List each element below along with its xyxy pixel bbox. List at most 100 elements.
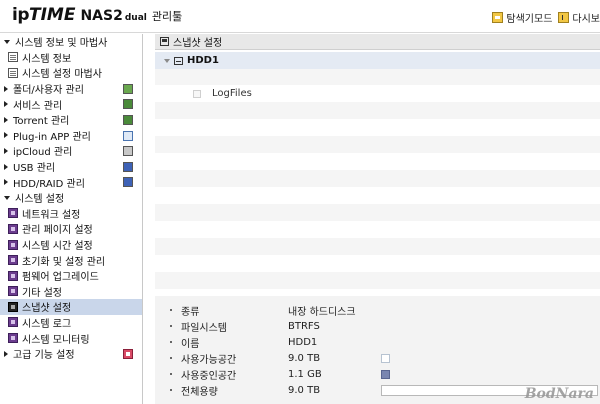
info-row-type: 종류 내장 하드디스크 xyxy=(155,302,600,319)
folder-user-icon xyxy=(123,83,133,94)
sidebar-item-label: 서비스 관리 xyxy=(13,100,63,112)
bullet-icon xyxy=(170,373,172,375)
sidebar-item-system-monitoring[interactable]: 시스템 모니터링 xyxy=(0,330,142,346)
clock-icon xyxy=(8,239,18,250)
collapsed-arrow-icon xyxy=(4,85,8,92)
explorer-mode-icon xyxy=(492,12,504,23)
info-value: HDD1 xyxy=(288,337,318,348)
bullet-icon xyxy=(170,341,172,343)
sidebar-item-label: 고급 기능 설정 xyxy=(13,350,75,362)
sidebar-item-label: ipCloud 관리 xyxy=(13,147,73,159)
explorer-mode-label: 탐색기모드 xyxy=(506,14,553,25)
sidebar-item-system-log[interactable]: 시스템 로그 xyxy=(0,315,142,331)
sidebar-group-service[interactable]: 서비스 관리 xyxy=(0,96,142,112)
sidebar-group-advanced[interactable]: 고급 기능 설정 xyxy=(0,346,142,362)
main-panel: 스냅샷 설정 HDD1 LogFiles 종류 내장 하드디스크 파일시스템 B… xyxy=(155,34,600,404)
network-icon xyxy=(8,208,18,219)
bullet-icon xyxy=(170,325,172,327)
used-legend-swatch xyxy=(381,370,390,379)
sidebar-group-hdd-raid[interactable]: HDD/RAID 관리 xyxy=(0,174,142,190)
sidebar-group-folder-user[interactable]: 폴더/사용자 관리 xyxy=(0,81,142,97)
sidebar-group-torrent[interactable]: Torrent 관리 xyxy=(0,112,142,128)
document-icon xyxy=(8,52,18,63)
sidebar-item-label: 관리 페이지 설정 xyxy=(22,225,93,237)
sidebar-item-snapshot[interactable]: 스냅샷 설정 xyxy=(0,299,142,315)
tree-node-label: HDD1 xyxy=(187,55,219,66)
bullet-icon xyxy=(170,357,172,359)
collapsed-arrow-icon xyxy=(4,147,8,154)
expanded-arrow-icon xyxy=(4,39,10,44)
tree-node-logfiles[interactable]: LogFiles xyxy=(155,85,252,102)
sidebar-item-admin-page[interactable]: 관리 페이지 설정 xyxy=(0,221,142,237)
relogin-button[interactable]: 다시보 xyxy=(558,10,600,25)
relogin-label: 다시보 xyxy=(572,14,600,25)
sidebar-group-ipcloud[interactable]: ipCloud 관리 xyxy=(0,143,142,159)
sidebar-item-label: 시스템 설정 마법사 xyxy=(22,69,102,81)
sidebar-item-label: Torrent 관리 xyxy=(13,116,70,128)
sidebar-item-label: 스냅샷 설정 xyxy=(22,303,72,315)
sidebar-item-label: 시스템 정보 및 마법사 xyxy=(15,38,108,50)
snapshot-icon xyxy=(8,301,18,312)
plugin-icon xyxy=(123,130,133,141)
info-row-filesystem: 파일시스템 BTRFS xyxy=(155,318,600,335)
info-label: 이름 xyxy=(181,339,200,350)
logo-model: NAS2 xyxy=(80,8,123,24)
tree-expand-icon[interactable] xyxy=(164,58,170,63)
sidebar-item-label: USB 관리 xyxy=(13,163,56,175)
sidebar-item-label: 시스템 시간 설정 xyxy=(22,241,93,253)
sidebar-item-system-info[interactable]: 시스템 정보 xyxy=(0,50,142,66)
info-value: BTRFS xyxy=(288,321,320,332)
sidebar-item-label: 시스템 설정 xyxy=(15,194,65,206)
sidebar-item-label: 시스템 모니터링 xyxy=(22,334,90,346)
info-label: 전체용량 xyxy=(181,387,218,398)
explorer-mode-button[interactable]: 탐색기모드 xyxy=(492,10,552,25)
collapsed-arrow-icon xyxy=(4,350,8,357)
sidebar-item-label: Plug-in APP 관리 xyxy=(13,131,91,143)
collapsed-arrow-icon xyxy=(4,116,8,123)
sidebar-item-label: 폴더/사용자 관리 xyxy=(13,85,84,97)
sidebar-group-system-info[interactable]: 시스템 정보 및 마법사 xyxy=(0,34,142,50)
logo-dual: dual xyxy=(124,13,147,23)
sidebar-item-setup-wizard[interactable]: 시스템 설정 마법사 xyxy=(0,65,142,81)
admin-page-icon xyxy=(8,223,18,234)
info-label: 파일시스템 xyxy=(181,323,227,334)
sidebar-item-firmware-upgrade[interactable]: 펌웨어 업그레이드 xyxy=(0,268,142,284)
sidebar-group-usb[interactable]: USB 관리 xyxy=(0,159,142,175)
app-header: ip TIME NAS2 dual 관리툴 탐색기모드 다시보 xyxy=(0,0,600,33)
firmware-icon xyxy=(8,270,18,281)
collapsed-arrow-icon xyxy=(4,179,8,186)
sidebar-item-label: 펌웨어 업그레이드 xyxy=(22,272,99,284)
info-row-name: 이름 HDD1 xyxy=(155,334,600,351)
info-label: 종류 xyxy=(181,307,200,318)
sidebar-item-network[interactable]: 네트워크 설정 xyxy=(0,206,142,222)
info-label: 사용중인공간 xyxy=(181,371,237,382)
folder-icon xyxy=(193,89,201,98)
snapshot-title-icon xyxy=(160,37,169,46)
collapsed-arrow-icon xyxy=(4,163,8,170)
sidebar-item-misc-settings[interactable]: 기타 설정 xyxy=(0,284,142,300)
info-value: 1.1 GB xyxy=(288,369,322,380)
tree-node-hdd1[interactable]: HDD1 xyxy=(155,52,600,69)
expanded-arrow-icon xyxy=(4,195,10,200)
sidebar-item-reset-config[interactable]: 초기화 및 설정 관리 xyxy=(0,252,142,268)
app-logo: ip TIME NAS2 dual 관리툴 xyxy=(12,5,182,25)
info-value: 9.0 TB xyxy=(288,385,321,396)
available-legend-swatch xyxy=(381,354,390,363)
sidebar-item-label: 시스템 로그 xyxy=(22,318,72,330)
panel-title-bar: 스냅샷 설정 xyxy=(155,34,600,50)
relogin-icon xyxy=(558,12,570,23)
service-icon xyxy=(123,99,133,110)
logo-manager-label: 관리툴 xyxy=(151,10,183,23)
info-value: 내장 하드디스크 xyxy=(288,307,356,318)
collapsed-arrow-icon xyxy=(4,101,8,108)
sidebar-item-system-time[interactable]: 시스템 시간 설정 xyxy=(0,237,142,253)
reset-icon xyxy=(8,255,18,266)
usb-icon xyxy=(123,161,133,172)
sidebar-item-label: 기타 설정 xyxy=(22,287,62,299)
sidebar-group-plugin-app[interactable]: Plug-in APP 관리 xyxy=(0,128,142,144)
sidebar-group-system-settings[interactable]: 시스템 설정 xyxy=(0,190,142,206)
sidebar-item-label: 초기화 및 설정 관리 xyxy=(22,256,106,268)
watermark-logo: BodNara xyxy=(524,386,594,402)
cloud-icon xyxy=(123,146,133,157)
sidebar-menu: 시스템 정보 및 마법사 시스템 정보 시스템 설정 마법사 폴더/사용자 관리… xyxy=(0,34,143,404)
